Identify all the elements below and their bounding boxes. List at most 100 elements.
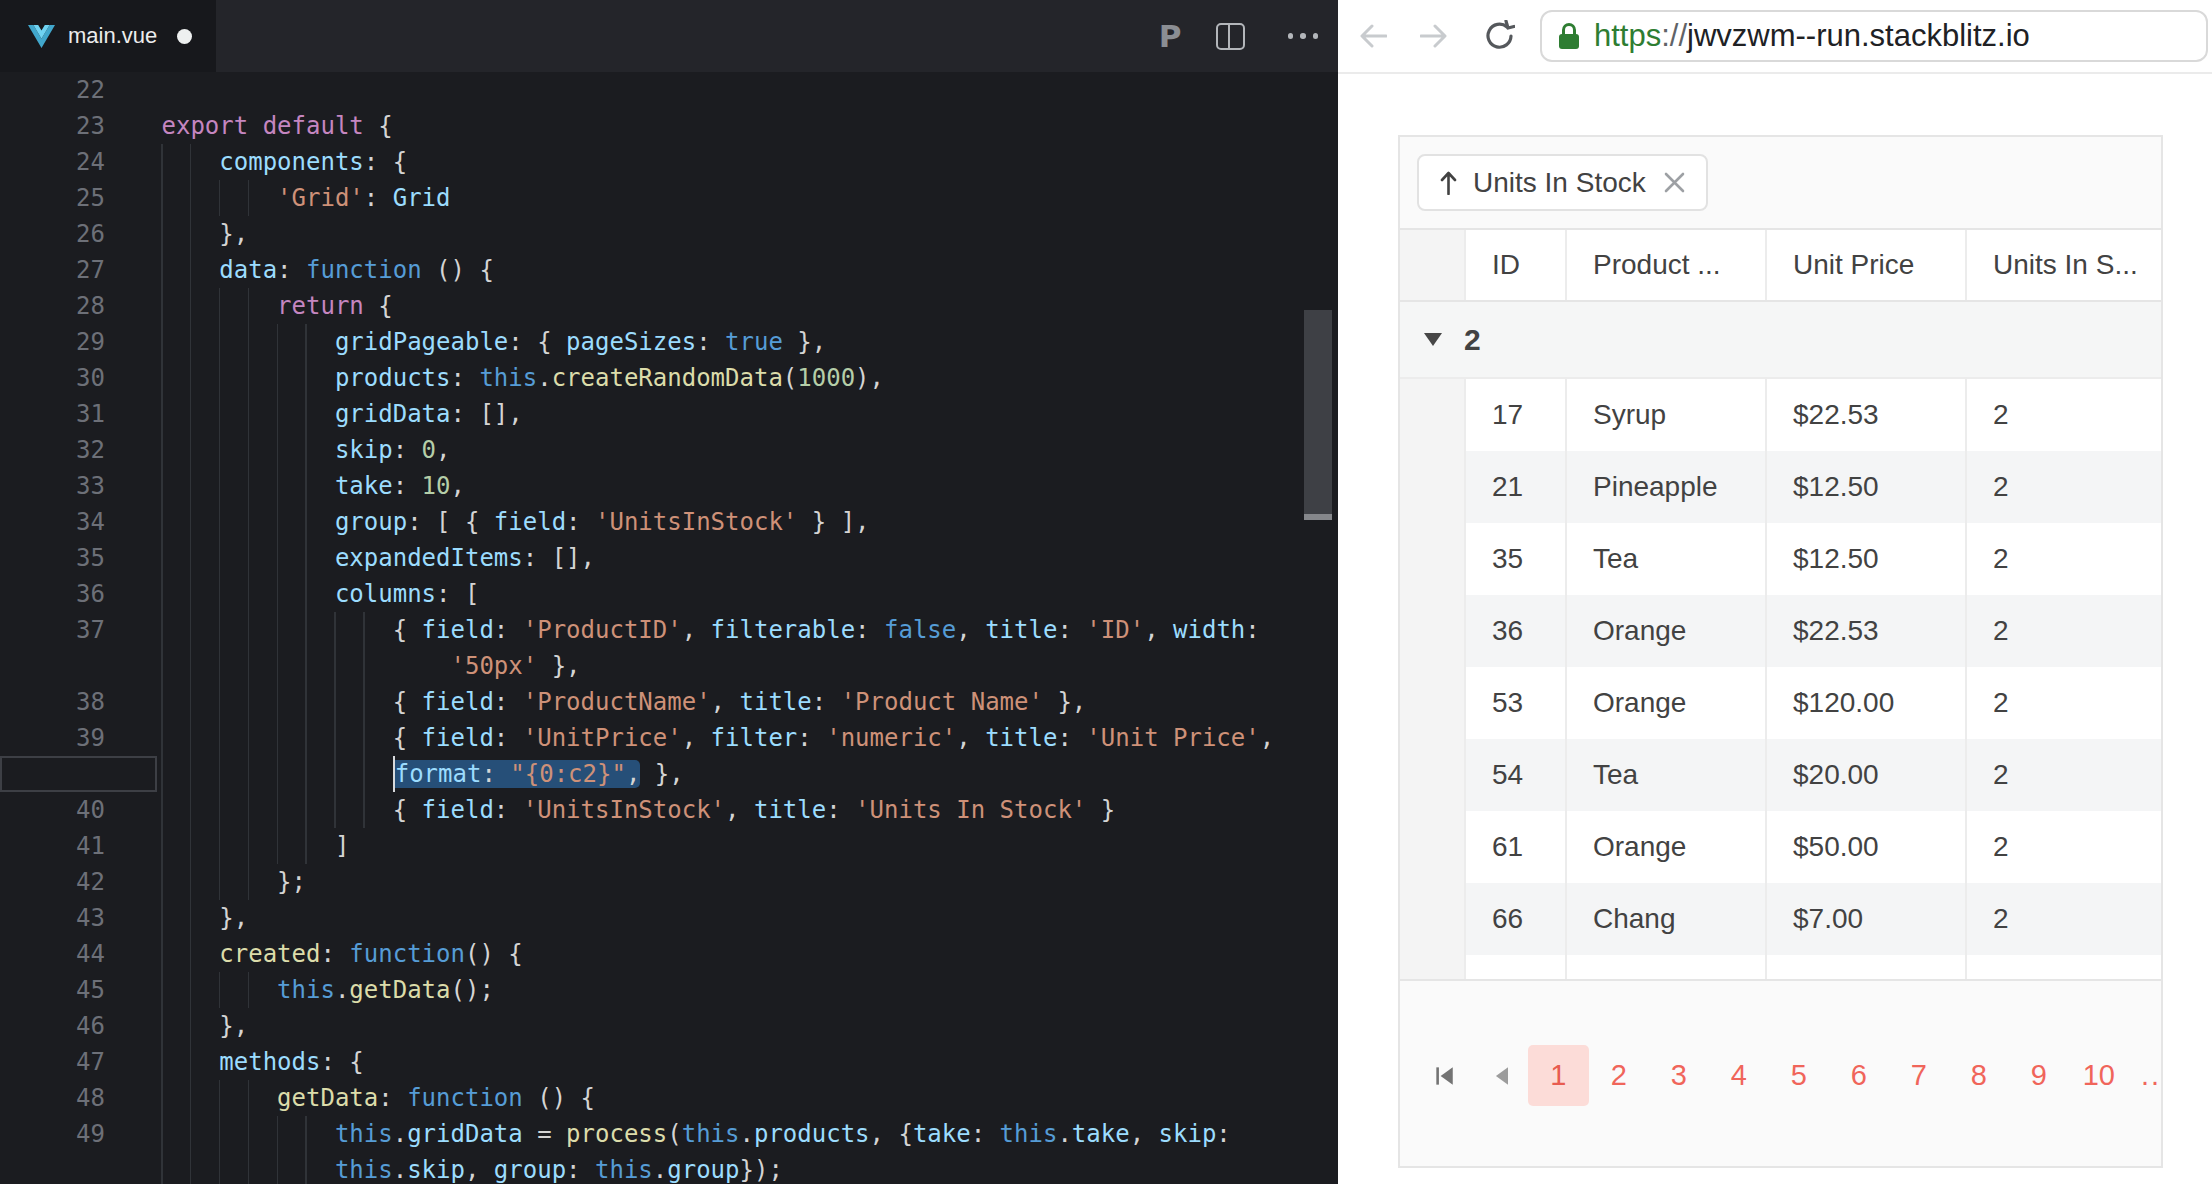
code-line[interactable]: 41 ] (0, 828, 1338, 864)
line-number: 32 (0, 432, 157, 468)
line-number (0, 648, 157, 684)
code-line[interactable]: 35 expandedItems: [], (0, 540, 1338, 576)
code-line[interactable]: 37 { field: 'ProductID', filterable: fal… (0, 612, 1338, 648)
code-line[interactable]: 26 }, (0, 216, 1338, 252)
page-number-1[interactable]: 1 (1528, 1045, 1589, 1106)
page-number-3[interactable]: 3 (1649, 1045, 1709, 1106)
cell (1765, 955, 1965, 979)
code-line[interactable]: 40 { field: 'UnitsInStock', title: 'Unit… (0, 792, 1338, 828)
code-line[interactable]: 29 gridPageable: { pageSizes: true }, (0, 324, 1338, 360)
more-actions-icon[interactable] (1281, 33, 1319, 39)
prettier-icon[interactable]: P (1159, 18, 1182, 54)
back-button-icon[interactable] (1360, 24, 1387, 48)
cell: $12.50 (1765, 451, 1965, 523)
code-line[interactable]: format: "{0:c2}", }, (0, 756, 1338, 792)
cell: Orange (1565, 667, 1765, 739)
code-line[interactable]: 47 methods: { (0, 1044, 1338, 1080)
cell: 2 (1965, 811, 2161, 883)
page-number-2[interactable]: 2 (1589, 1045, 1649, 1106)
cell (1400, 451, 1464, 523)
code-line[interactable]: this.skip, group: this.group}); (0, 1152, 1338, 1184)
code-line[interactable]: '50px' }, (0, 648, 1338, 684)
page-number-5[interactable]: 5 (1769, 1045, 1829, 1106)
group-chip[interactable]: Units In Stock (1417, 154, 1708, 211)
line-number: 25 (0, 180, 157, 216)
table-row[interactable]: 66Chang$7.002 (1400, 883, 2161, 955)
page-number-8[interactable]: 8 (1949, 1045, 2009, 1106)
column-header[interactable]: ID (1464, 230, 1565, 300)
collapse-group-icon[interactable] (1424, 333, 1442, 346)
code-line[interactable]: 43 }, (0, 900, 1338, 936)
code-line[interactable]: 30 products: this.createRandomData(1000)… (0, 360, 1338, 396)
code-line[interactable]: 24 components: { (0, 144, 1338, 180)
code-line[interactable]: 28 return { (0, 288, 1338, 324)
code-line[interactable]: 38 { field: 'ProductName', title: 'Produ… (0, 684, 1338, 720)
code-line[interactable]: 45 this.getData(); (0, 972, 1338, 1008)
browser-toolbar: https://jwvzwm--run.stackblitz.io (1338, 0, 2212, 74)
table-row[interactable]: 36Orange$22.532 (1400, 595, 2161, 667)
overview-ruler-cursor-marker (1304, 514, 1332, 520)
remove-group-icon[interactable] (1664, 172, 1685, 193)
cell: $22.53 (1765, 595, 1965, 667)
code-text: this.getData(); (162, 972, 494, 1008)
page-number-7[interactable]: 7 (1889, 1045, 1949, 1106)
code-line[interactable]: 31 gridData: [], (0, 396, 1338, 432)
page-number-4[interactable]: 4 (1709, 1045, 1769, 1106)
code-line[interactable]: 48 getData: function () { (0, 1080, 1338, 1116)
browser-preview: https://jwvzwm--run.stackblitz.io Units … (1338, 0, 2212, 1184)
line-number: 48 (0, 1080, 157, 1116)
code-line[interactable]: 32 skip: 0, (0, 432, 1338, 468)
refresh-icon[interactable] (1485, 20, 1515, 52)
cell: 2 (1965, 379, 2161, 451)
column-header[interactable]: Product ... (1565, 230, 1765, 300)
address-bar[interactable]: https://jwvzwm--run.stackblitz.io (1540, 10, 2208, 62)
cell: $7.00 (1765, 883, 1965, 955)
page-number-6[interactable]: 6 (1829, 1045, 1889, 1106)
code-line[interactable]: 42 }; (0, 864, 1338, 900)
code-line[interactable]: 34 group: [ { field: 'UnitsInStock' } ], (0, 504, 1338, 540)
table-row[interactable]: 61Orange$50.002 (1400, 811, 2161, 883)
forward-button-icon[interactable] (1420, 24, 1447, 48)
code-line[interactable]: 46 }, (0, 1008, 1338, 1044)
code-line[interactable]: 49 this.gridData = process(this.products… (0, 1116, 1338, 1152)
column-header[interactable]: Unit Price (1765, 230, 1965, 300)
code-line[interactable]: 44 created: function() { (0, 936, 1338, 972)
url-separator: :// (1661, 18, 1687, 53)
code-line[interactable]: 23export default { (0, 108, 1338, 144)
table-row[interactable]: 21Pineapple$12.502 (1400, 451, 2161, 523)
code-line[interactable]: 39 { field: 'UnitPrice', filter: 'numeri… (0, 720, 1338, 756)
code-lines[interactable]: 2223export default {24 components: {25 '… (0, 72, 1338, 1184)
code-line[interactable]: 27 data: function () { (0, 252, 1338, 288)
code-text: created: function() { (162, 936, 523, 972)
cell (1400, 883, 1464, 955)
line-number: 33 (0, 468, 157, 504)
page-number-9[interactable]: 9 (2009, 1045, 2069, 1106)
table-row[interactable]: 17Syrup$22.532 (1400, 379, 2161, 451)
cell: 35 (1464, 523, 1565, 595)
url-scheme: https (1594, 18, 1661, 53)
table-row[interactable]: 35Tea$12.502 (1400, 523, 2161, 595)
cell: 2 (1965, 595, 2161, 667)
cell: 2 (1965, 451, 2161, 523)
tab-main-vue[interactable]: main.vue (0, 0, 216, 72)
table-row[interactable]: 54Tea$20.002 (1400, 739, 2161, 811)
code-line[interactable]: 25 'Grid': Grid (0, 180, 1338, 216)
code-line[interactable]: 33 take: 10, (0, 468, 1338, 504)
group-row[interactable]: 2 (1400, 302, 2161, 379)
line-number: 30 (0, 360, 157, 396)
first-page-icon[interactable] (1432, 1061, 1458, 1091)
code-text: products: this.createRandomData(1000), (162, 360, 884, 396)
column-header[interactable]: Units In S... (1965, 230, 2161, 300)
code-line[interactable]: 22 (0, 72, 1338, 108)
code-line[interactable]: 36 columns: [ (0, 576, 1338, 612)
editor-scrollbar-thumb[interactable] (1304, 310, 1332, 516)
previous-page-icon[interactable] (1489, 1061, 1515, 1091)
page-number-10[interactable]: 10 (2069, 1045, 2129, 1106)
split-editor-icon[interactable] (1216, 23, 1245, 50)
table-row[interactable]: 53Orange$120.002 (1400, 667, 2161, 739)
pager-ellipsis[interactable]: .. (2141, 1059, 2161, 1092)
code-text: 'Grid': Grid (162, 180, 451, 216)
code-text: '50px' }, (162, 648, 581, 684)
code-text: { field: 'ProductName', title: 'Product … (162, 684, 1087, 720)
cell (1400, 739, 1464, 811)
